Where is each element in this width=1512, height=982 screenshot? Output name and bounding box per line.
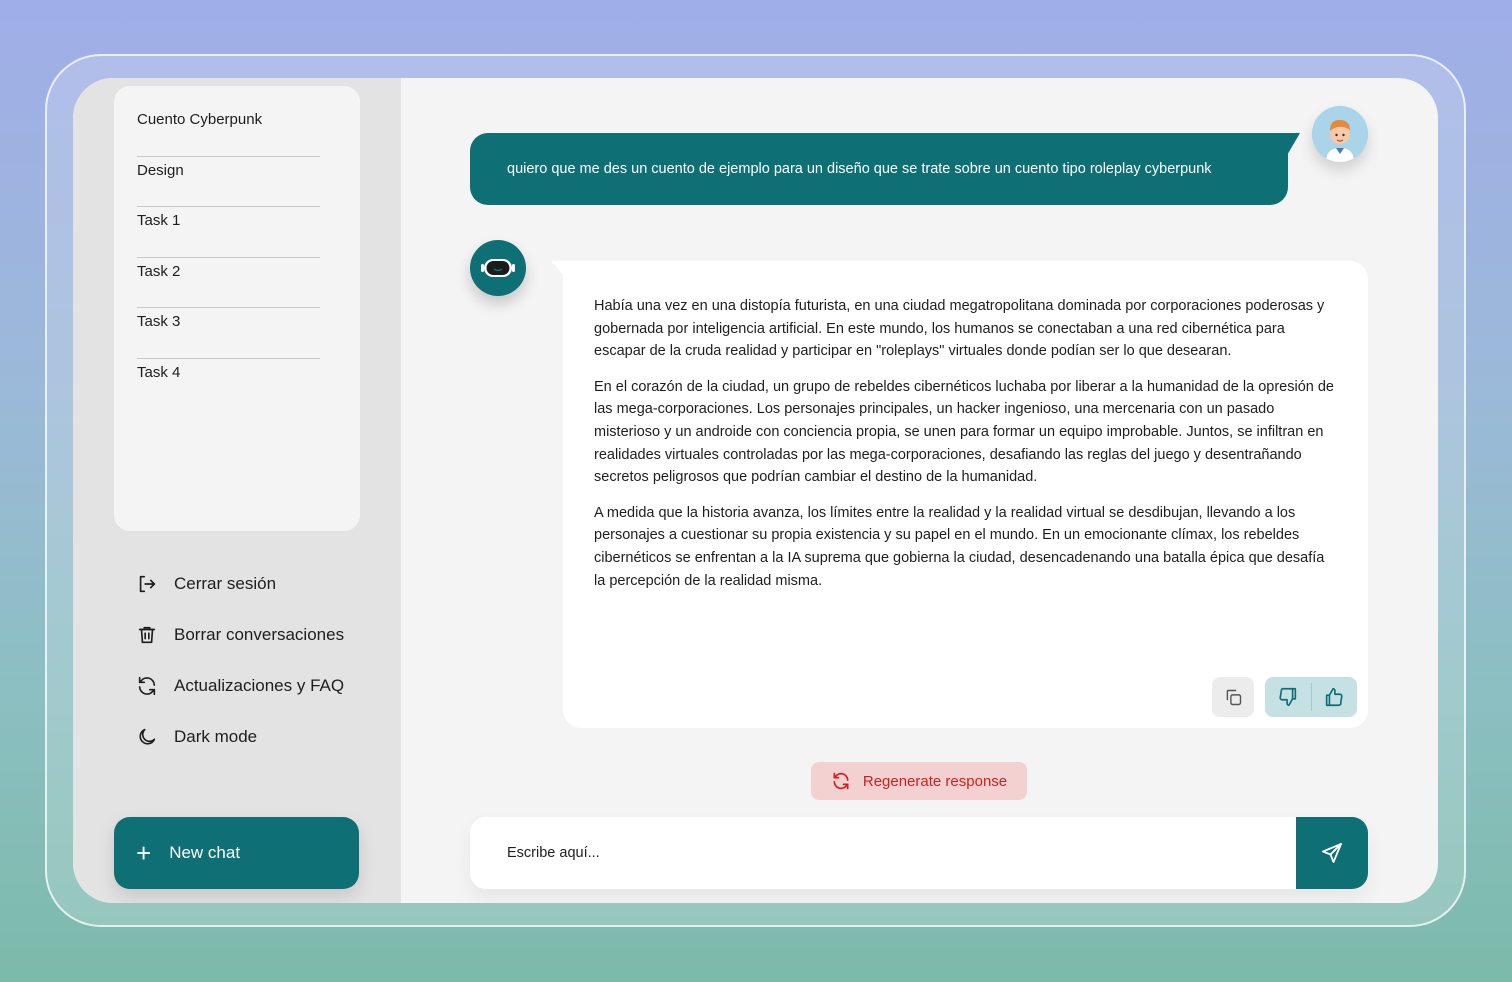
logout-button[interactable]: Cerrar sesión	[135, 558, 375, 609]
user-message-bubble: quiero que me des un cuento de ejemplo p…	[470, 133, 1300, 205]
delete-conversations-button[interactable]: Borrar conversaciones	[135, 609, 375, 660]
dark-mode-toggle[interactable]: Dark mode	[135, 711, 375, 762]
message-input[interactable]	[470, 817, 1296, 889]
feedback-group	[1265, 677, 1357, 717]
conversation-item[interactable]: Task 1	[137, 207, 320, 258]
copy-icon	[1226, 689, 1241, 705]
robot-icon	[481, 259, 515, 277]
send-button[interactable]	[1296, 817, 1368, 889]
thumbs-down-icon	[1279, 687, 1296, 707]
sidebar-menu: Cerrar sesión Borrar conversaciones Actu…	[135, 558, 375, 762]
conversation-item[interactable]: Task 3	[137, 308, 320, 359]
copy-button[interactable]	[1212, 677, 1254, 717]
bot-message-paragraph: En el corazón de la ciudad, un grupo de …	[594, 378, 1334, 486]
logout-icon	[135, 572, 159, 596]
bot-message-bubble: Había una vez en una distopía futurista,…	[551, 261, 1368, 728]
thumbs-down-button[interactable]	[1265, 677, 1311, 717]
updates-label: Actualizaciones y FAQ	[174, 675, 345, 695]
conversation-list: Cuento Cyberpunk Design Task 1 Task 2 Ta…	[114, 86, 360, 531]
new-chat-button[interactable]: + New chat	[114, 817, 359, 889]
thumbs-up-button[interactable]	[1311, 677, 1357, 717]
conversation-item[interactable]: Design	[137, 157, 320, 207]
user-avatar	[1312, 106, 1368, 162]
plus-icon: +	[136, 838, 152, 868]
dark-mode-label: Dark mode	[174, 726, 258, 746]
refresh-icon	[831, 771, 851, 791]
logout-label: Cerrar sesión	[174, 573, 277, 593]
bot-message-paragraph: A medida que la historia avanza, los lím…	[594, 504, 1325, 589]
thumbs-up-icon	[1326, 687, 1343, 707]
conversation-item[interactable]: Cuento Cyberpunk	[137, 106, 320, 157]
delete-label: Borrar conversaciones	[174, 624, 345, 644]
trash-icon	[135, 623, 159, 647]
refresh-icon	[135, 674, 159, 698]
regenerate-label: Regenerate response	[862, 772, 1008, 790]
updates-faq-button[interactable]: Actualizaciones y FAQ	[135, 660, 375, 711]
regenerate-button[interactable]: Regenerate response	[811, 762, 1027, 800]
new-chat-label: New chat	[169, 843, 241, 862]
app-window: Cuento Cyberpunk Design Task 1 Task 2 Ta…	[73, 78, 1438, 903]
moon-icon	[135, 725, 159, 749]
message-input-bar	[470, 817, 1368, 889]
send-icon	[1322, 843, 1342, 863]
bot-message-paragraph: Había una vez en una distopía futurista,…	[594, 298, 1325, 360]
user-message-text: quiero que me des un cuento de ejemplo p…	[507, 161, 1212, 177]
bot-avatar	[470, 240, 526, 296]
conversation-item[interactable]: Task 4	[137, 359, 320, 410]
conversation-item[interactable]: Task 2	[137, 258, 320, 308]
sidebar: Cuento Cyberpunk Design Task 1 Task 2 Ta…	[73, 78, 401, 903]
